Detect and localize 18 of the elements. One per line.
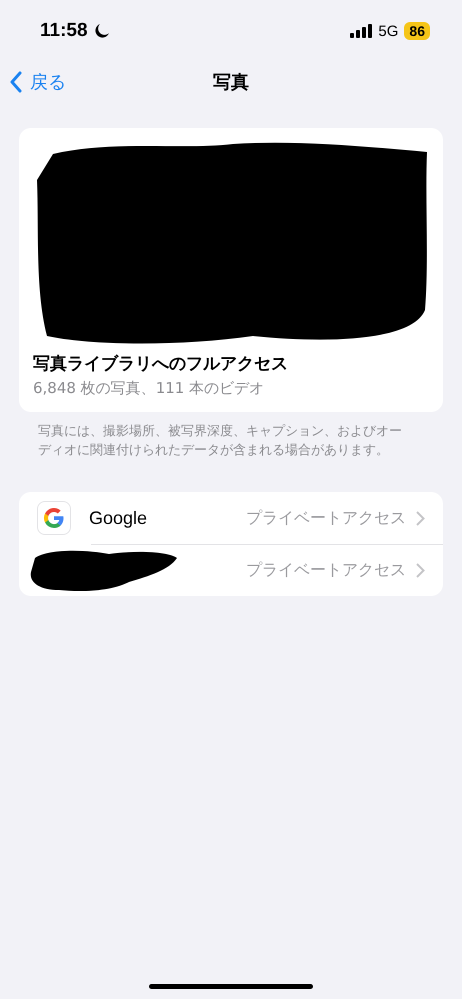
footnote-text: 写真には、撮影場所、被写界深度、キャプション、およびオーディオに関連付けられたデータが含まれる場合があります。 (38, 423, 402, 460)
app-name: Google (89, 508, 148, 528)
library-card[interactable]: 写真ライブラリへのフルアクセス 6,848 枚の写真、111 本のビデオ (19, 128, 443, 412)
chevron-icon (416, 510, 425, 526)
access-value: プライベートアクセス (246, 508, 406, 528)
chevron-icon (416, 562, 425, 578)
g-logo-icon (37, 501, 71, 535)
app-row[interactable]: Google プライベートアクセス (19, 492, 443, 544)
network-label: 5G (378, 22, 398, 40)
access-value: プライベートアクセス (246, 560, 406, 580)
status-time: 11:58 (40, 20, 88, 42)
nav-title: 写真 (213, 71, 249, 94)
back-chevron-icon (10, 71, 22, 93)
moon-icon (94, 23, 110, 39)
library-subtitle: 6,848 枚の写真、111 本のビデオ (33, 379, 266, 398)
signal-icon (350, 24, 372, 38)
battery-level: 86 (404, 22, 430, 40)
library-title: 写真ライブラリへのフルアクセス (33, 353, 289, 375)
